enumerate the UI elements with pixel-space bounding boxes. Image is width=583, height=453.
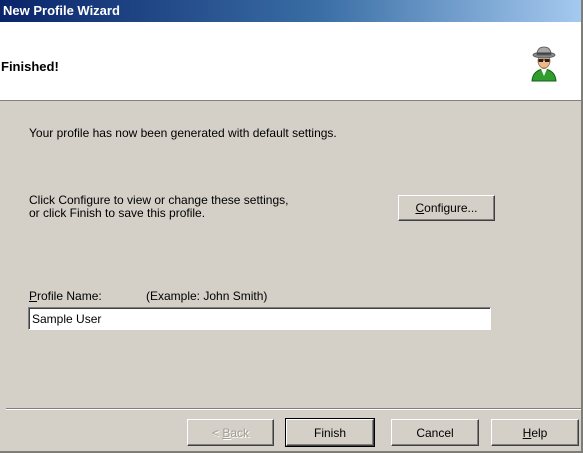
title-bar[interactable]: New Profile Wizard <box>0 0 581 22</box>
window-title: New Profile Wizard <box>3 3 120 18</box>
wizard-window: New Profile Wizard Finished! Your profil… <box>0 0 583 453</box>
profile-name-label: Profile Name: <box>29 289 102 303</box>
configure-button[interactable]: Configure... <box>398 195 495 221</box>
instruction-line-1: Click Configure to view or change these … <box>29 193 289 207</box>
finish-button[interactable]: Finish <box>285 418 375 447</box>
cancel-button[interactable]: Cancel <box>391 419 479 446</box>
profile-name-input[interactable] <box>28 307 491 330</box>
page-title: Finished! <box>1 59 59 74</box>
profile-name-example: (Example: John Smith) <box>146 289 268 303</box>
profile-generated-text: Your profile has now been generated with… <box>29 126 337 140</box>
help-button[interactable]: Help <box>491 419 579 446</box>
wizard-header: Finished! <box>0 22 581 101</box>
instruction-line-2: or click Finish to save this profile. <box>29 206 206 220</box>
footer-separator <box>6 408 581 410</box>
user-wizard-icon <box>531 46 557 82</box>
back-button[interactable]: < Back <box>187 419 274 446</box>
